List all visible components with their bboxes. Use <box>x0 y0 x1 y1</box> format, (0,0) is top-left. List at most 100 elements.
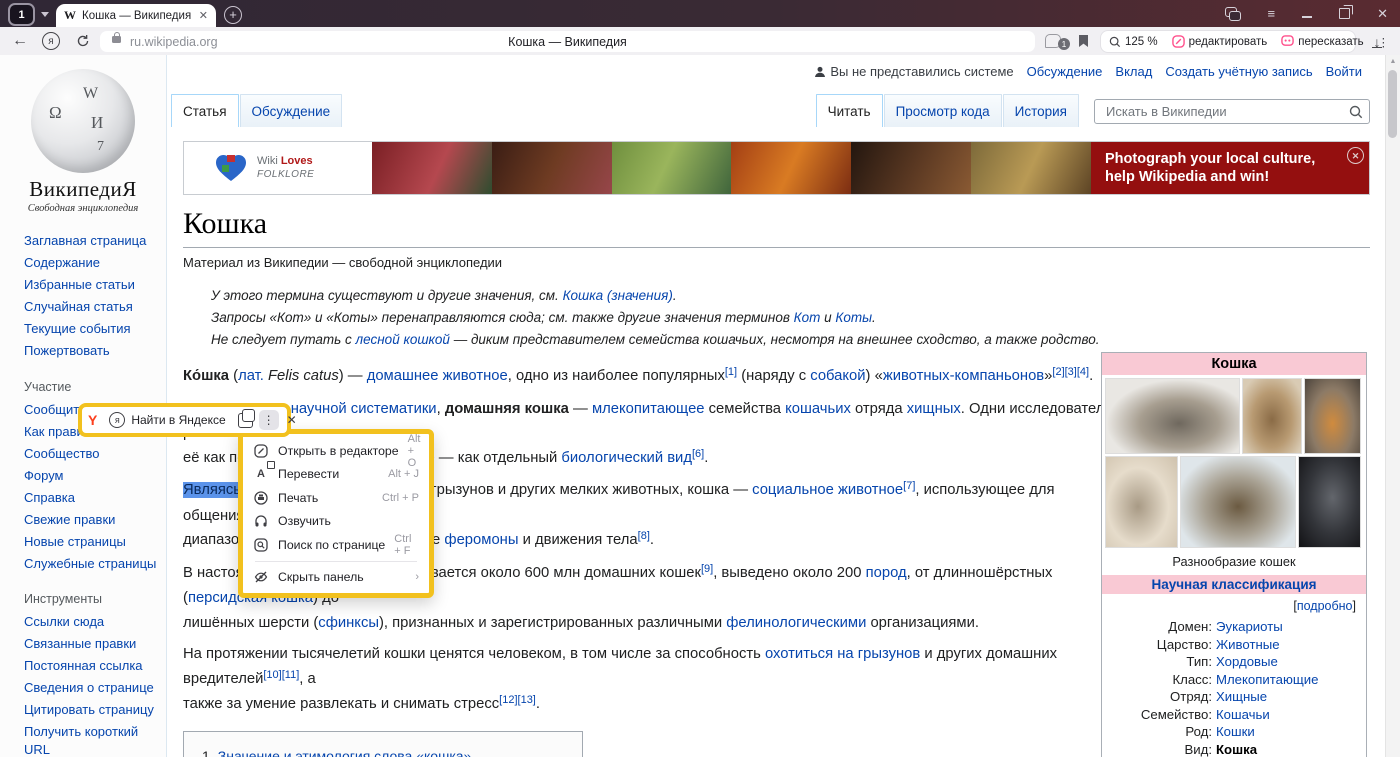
browser-menu-icon[interactable]: ≡ <box>1268 7 1276 20</box>
edit-page-button[interactable]: редактировать <box>1172 35 1268 48</box>
scrollbar-up-arrow[interactable]: ▲ <box>1386 58 1400 65</box>
cat-photo-abyssinian[interactable] <box>1242 378 1302 454</box>
taxonomy-row: Тип: Хордовые <box>1102 653 1358 671</box>
taxobox: Кошка Разнообразие кошек <box>1101 352 1367 757</box>
window-close-icon[interactable]: ✕ <box>1377 7 1388 20</box>
taxonomy-table: Домен: Эукариоты Царство: Животные Тип: <box>1102 616 1366 757</box>
new-tab-button[interactable]: + <box>224 6 242 24</box>
wiki-loves-folklore-banner[interactable]: Wiki Loves FOLKLORE Photograph your loc <box>183 141 1370 195</box>
sidebar-link[interactable]: Текущие события <box>24 320 160 338</box>
sidebar-link[interactable]: Цитировать страницу <box>24 701 160 719</box>
cat-photo-tabby-snow[interactable] <box>1180 456 1296 548</box>
sidebar-link[interactable]: Постоянная ссылка <box>24 657 160 675</box>
hatnote: Запросы «Кот» и «Коты» перенаправляются … <box>211 307 1370 329</box>
hide-panel-eye-icon <box>253 569 269 585</box>
retell-button[interactable]: пересказать <box>1281 35 1363 48</box>
banner-photo <box>372 142 492 194</box>
yandex-home-icon[interactable]: я <box>42 27 60 55</box>
panel-more-button[interactable]: ⋮ <box>259 410 279 430</box>
panel-close-icon[interactable]: ✕ <box>287 413 297 427</box>
wiki-search-box[interactable] <box>1094 99 1370 124</box>
reload-button[interactable] <box>76 27 90 55</box>
taxobox-title: Кошка <box>1102 353 1366 375</box>
menu-item-open-in-editor[interactable]: Открыть в редакторе Alt + O <box>243 439 429 463</box>
sidebar-link[interactable]: Связанные правки <box>24 635 160 653</box>
maximize-icon[interactable] <box>1339 8 1350 19</box>
cat-photo-tabby-lying[interactable] <box>1105 378 1240 454</box>
browser-tab-active[interactable]: W Кошка — Википедия ✕ <box>56 4 216 27</box>
headphones-icon <box>253 513 269 529</box>
chevron-down-icon[interactable] <box>41 12 49 17</box>
protect-icon[interactable]: 1 <box>1045 27 1070 55</box>
tab-discussion[interactable]: Обсуждение <box>240 94 343 127</box>
sci-classification-header[interactable]: Научная классификация <box>1102 575 1366 594</box>
browser-window: 1 W Кошка — Википедия ✕ + ≡ ✕ ← я ru.wik… <box>0 0 1400 757</box>
tab-read[interactable]: Читать <box>816 94 883 127</box>
taxonomy-row: Царство: Животные <box>1102 636 1358 654</box>
cat-photo-gray[interactable] <box>1298 456 1361 548</box>
sidebar-link[interactable]: Сообщество <box>24 445 160 463</box>
cat-photo-siamese[interactable] <box>1105 456 1178 548</box>
tab-close-icon[interactable]: ✕ <box>199 9 208 22</box>
menu-item-print[interactable]: Печать Ctrl + P <box>243 486 429 510</box>
zoom-control[interactable]: 125 % <box>1109 36 1158 48</box>
taxonomy-row: Отряд: Хищные <box>1102 688 1358 706</box>
sidebar-link[interactable]: Свежие правки <box>24 511 160 529</box>
sidebar-section-title: Участие <box>24 380 160 394</box>
printer-icon <box>253 490 269 506</box>
minimize-icon[interactable] <box>1302 16 1312 18</box>
toc-item[interactable]: 1 Значение и этимология слова «кошка» <box>192 748 574 757</box>
sidebar-link[interactable]: Случайная статья <box>24 298 160 316</box>
sidebar-link[interactable]: Избранные статьи <box>24 276 160 294</box>
banner-message[interactable]: Photograph your local culture, help Wiki… <box>1091 142 1369 194</box>
banner-photo <box>492 142 612 194</box>
copy-icon[interactable] <box>238 413 253 428</box>
hatnote: Не следует путать с лесной кошкой — дики… <box>211 329 1370 351</box>
userbar-link-login[interactable]: Войти <box>1326 64 1362 79</box>
sidebar-link[interactable]: Служебные страницы <box>24 555 160 573</box>
page-tools-pill: 125 % редактировать пересказать ⋮ <box>1100 30 1356 53</box>
tab-article[interactable]: Статья <box>171 94 239 127</box>
bookmark-icon[interactable] <box>1078 27 1089 55</box>
sidebar-link[interactable]: Получить короткий URL <box>24 723 160 757</box>
find-in-yandex-button[interactable]: Найти в Яндексе <box>131 413 225 427</box>
banner-photo <box>731 142 851 194</box>
search-icon[interactable] <box>1349 105 1363 119</box>
back-button[interactable]: ← <box>12 27 28 55</box>
menu-item-translate[interactable]: А Перевести Alt + J <box>243 463 429 487</box>
panel-context-menu: Открыть в редакторе Alt + O А Перевести … <box>238 429 434 598</box>
cat-photo-orange-white[interactable] <box>1304 378 1361 454</box>
taxonomy-row: Род: Кошки <box>1102 723 1358 741</box>
details-link[interactable]: [подробно] <box>1102 594 1366 616</box>
sidebar-link[interactable]: Содержание <box>24 254 160 272</box>
tab-group-button[interactable]: 1 <box>8 3 49 26</box>
tab-counter-badge[interactable]: 1 <box>8 3 35 26</box>
scrollbar-thumb[interactable] <box>1388 70 1397 138</box>
menu-item-find-on-page[interactable]: Поиск по странице Ctrl + F <box>243 533 429 557</box>
page-scrollbar[interactable]: ▲ <box>1385 55 1400 757</box>
wikipedia-globe-logo[interactable]: Ω W И 7 <box>31 69 135 173</box>
sidebar-link[interactable]: Пожертвовать <box>24 342 160 360</box>
userbar-link-create-account[interactable]: Создать учётную запись <box>1165 64 1312 79</box>
userbar-link-talk[interactable]: Обсуждение <box>1027 64 1103 79</box>
wiki-content: Вы не представились системе Обсуждение В… <box>166 55 1386 757</box>
user-icon <box>814 66 826 78</box>
sidebar-link[interactable]: Новые страницы <box>24 533 160 551</box>
sidebar-link[interactable]: Заглавная страница <box>24 232 160 250</box>
address-bar[interactable]: ru.wikipedia.org Кошка — Википедия <box>100 31 1035 52</box>
banner-close-icon[interactable]: ✕ <box>1347 147 1364 164</box>
sidebar-link[interactable]: Форум <box>24 467 160 485</box>
menu-item-voice[interactable]: Озвучить <box>243 510 429 534</box>
tab-history[interactable]: История <box>1003 94 1079 127</box>
hatnotes: У этого термина существуют и другие знач… <box>183 285 1370 351</box>
sidebar-link[interactable]: Ссылки сюда <box>24 613 160 631</box>
userbar-link-contribs[interactable]: Вклад <box>1115 64 1152 79</box>
wiki-search-input[interactable] <box>1104 103 1349 120</box>
tab-view-source[interactable]: Просмотр кода <box>884 94 1002 127</box>
sidebar-link[interactable]: Справка <box>24 489 160 507</box>
menu-item-hide-panel[interactable]: Скрыть панель › <box>243 566 429 590</box>
wikipedia-wordmark[interactable]: ВикипедиЯ <box>0 177 166 202</box>
sidebar-link[interactable]: Сведения о странице <box>24 679 160 697</box>
chat-panel-icon[interactable] <box>1225 7 1241 21</box>
downloads-button[interactable]: ↓ <box>1372 27 1382 55</box>
